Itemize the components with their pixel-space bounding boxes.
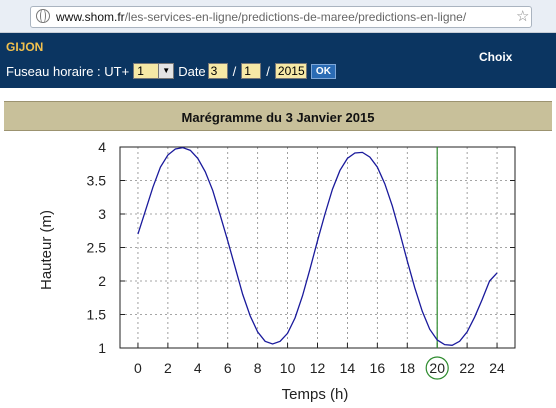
x-tick-label: 18 bbox=[399, 360, 415, 376]
x-tick-label: 2 bbox=[164, 360, 172, 376]
x-tick-label: 22 bbox=[459, 360, 475, 376]
y-tick-label: 1 bbox=[98, 340, 106, 356]
x-tick-label: 24 bbox=[489, 360, 505, 376]
y-axis-label: Hauteur (m) bbox=[38, 210, 55, 290]
tide-chart: 0 2 4 6 8 10 12 14 16 18 20 22 2411.522.533.54 Temps… bbox=[38, 139, 516, 403]
y-tick-label: 3.5 bbox=[87, 173, 107, 189]
x-tick-label: 16 bbox=[370, 360, 386, 376]
chart-grid bbox=[120, 146, 515, 349]
x-tick-label: 20 bbox=[429, 360, 445, 376]
axis-ticks: 0 2 4 6 8 10 12 14 16 18 20 22 2411.522.533.54 bbox=[87, 139, 515, 376]
x-tick-label: 10 bbox=[280, 360, 296, 376]
x-tick-label: 14 bbox=[340, 360, 356, 376]
x-tick-label: 4 bbox=[194, 360, 202, 376]
y-tick-label: 2.5 bbox=[87, 240, 107, 256]
y-tick-label: 4 bbox=[98, 139, 106, 155]
y-tick-label: 2 bbox=[98, 273, 106, 289]
x-tick-label: 8 bbox=[254, 360, 262, 376]
x-axis-label: Temps (h) bbox=[282, 386, 349, 403]
y-tick-label: 1.5 bbox=[87, 307, 107, 323]
x-tick-label: 6 bbox=[224, 360, 232, 376]
x-tick-label: 0 bbox=[134, 360, 142, 376]
y-tick-label: 3 bbox=[98, 206, 106, 222]
x-tick-label: 12 bbox=[310, 360, 326, 376]
